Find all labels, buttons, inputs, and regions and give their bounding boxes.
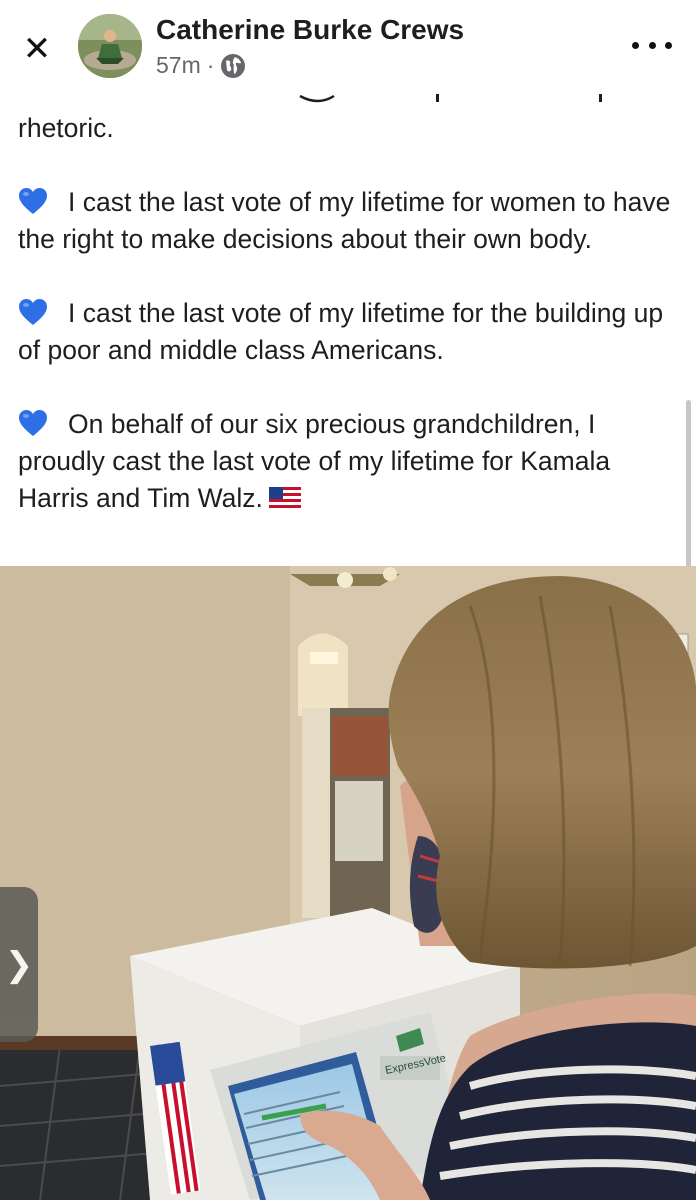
close-icon: ✕: [22, 30, 52, 68]
post-paragraph: I cast the last vote of my lifetime for …: [18, 295, 688, 369]
blue-heart-icon: [19, 188, 47, 214]
paragraph-text: On behalf of our six precious grandchild…: [18, 409, 611, 513]
us-flag-icon: [268, 487, 301, 509]
post-header: ✕ Catherine Burke Crews 57m ·: [0, 0, 696, 98]
more-options-button[interactable]: [632, 30, 672, 60]
close-button[interactable]: ✕: [20, 32, 54, 66]
avatar[interactable]: [78, 14, 142, 78]
next-button[interactable]: ❯: [0, 887, 38, 1042]
post-meta: 57m ·: [156, 52, 246, 79]
globe-icon: [221, 53, 246, 78]
paragraph-text: I cast the last vote of my lifetime for …: [18, 187, 671, 254]
author-name[interactable]: Catherine Burke Crews: [156, 14, 464, 46]
post-paragraph: I cast the last vote of my lifetime for …: [18, 184, 688, 258]
chevron-right-icon: ❯: [4, 945, 34, 984]
post-intro-fragment: rhetoric.: [18, 113, 114, 143]
post-body: rhetoric. I cast the last vote of my lif…: [18, 110, 688, 517]
post-photo[interactable]: ExpressVote: [0, 566, 696, 1200]
clipped-text-line: [299, 94, 602, 103]
paragraph-text: I cast the last vote of my lifetime for …: [18, 298, 664, 365]
meta-separator: ·: [206, 52, 215, 78]
post-paragraph: On behalf of our six precious grandchild…: [18, 406, 688, 517]
post-time[interactable]: 57m: [156, 52, 201, 79]
blue-heart-icon: [19, 299, 47, 325]
more-options-icon: [632, 41, 639, 49]
blue-heart-icon: [19, 410, 47, 436]
